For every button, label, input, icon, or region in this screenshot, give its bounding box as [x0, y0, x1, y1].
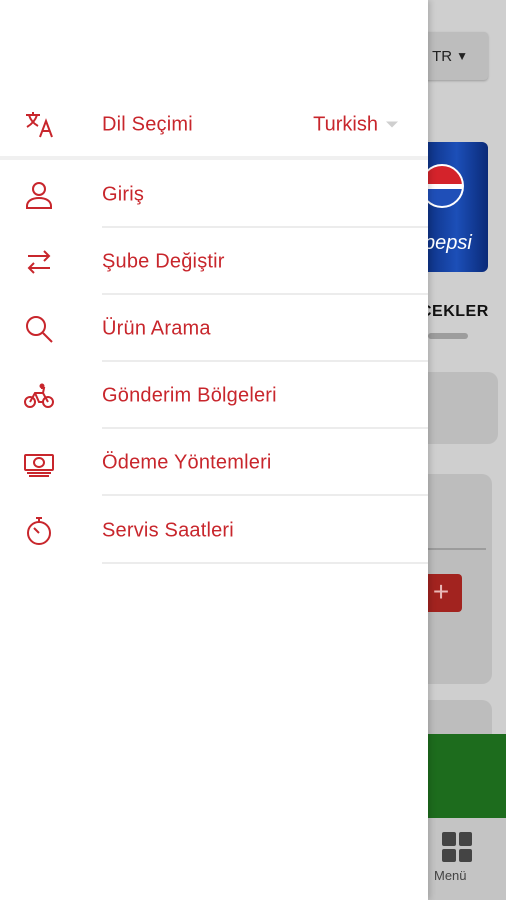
language-code: TR — [432, 47, 453, 65]
swap-icon — [23, 246, 55, 278]
menu-item-label: Ödeme Yöntemleri — [102, 451, 272, 473]
menu-item-label: Ürün Arama — [102, 317, 211, 339]
menu-item-payment-methods[interactable]: Ödeme Yöntemleri — [0, 429, 428, 496]
divider — [102, 562, 428, 564]
money-icon — [23, 447, 55, 479]
category-scrollbar[interactable] — [428, 333, 468, 339]
language-value: Turkish — [313, 113, 378, 135]
language-label: Dil Seçimi — [102, 113, 193, 135]
product-image[interactable]: pepsi — [418, 142, 488, 272]
language-select[interactable]: Turkish — [313, 113, 398, 136]
timer-icon — [23, 515, 55, 547]
menu-item-product-search[interactable]: Ürün Arama — [0, 295, 428, 362]
cart-bar[interactable] — [428, 734, 506, 818]
section-divider — [0, 156, 428, 160]
menu-item-label: Gönderim Bölgeleri — [102, 384, 277, 406]
card-divider — [428, 548, 486, 550]
menu-item-label: Şube Değiştir — [102, 250, 225, 272]
divider — [102, 494, 428, 496]
grid-icon — [442, 832, 472, 862]
caret-down-icon: ▼ — [456, 49, 468, 63]
translate-icon — [23, 109, 55, 141]
product-brand: pepsi — [424, 232, 472, 254]
dropdown-arrow-icon — [386, 121, 398, 128]
menu-item-service-hours[interactable]: Servis Saatleri — [0, 497, 428, 564]
menu-item-change-branch[interactable]: Şube Değiştir — [0, 228, 428, 295]
menu-item-delivery-zones[interactable]: Gönderim Bölgeleri — [0, 362, 428, 429]
search-icon — [23, 313, 55, 345]
navigation-drawer: Dil Seçimi Turkish Giriş Şube Değiştir Ü… — [0, 0, 428, 900]
menu-item-label: Giriş — [102, 183, 145, 205]
bottom-nav-menu[interactable]: Menü — [428, 818, 506, 900]
language-selection-row[interactable]: Dil Seçimi Turkish — [0, 91, 428, 158]
bicycle-icon — [23, 380, 55, 412]
menu-item-login[interactable]: Giriş — [0, 161, 428, 228]
user-icon — [23, 179, 55, 211]
menu-label: Menü — [434, 868, 467, 883]
menu-item-label: Servis Saatleri — [102, 519, 234, 541]
product-card[interactable] — [418, 372, 498, 444]
category-tab-label[interactable]: CEKLER — [420, 303, 489, 321]
